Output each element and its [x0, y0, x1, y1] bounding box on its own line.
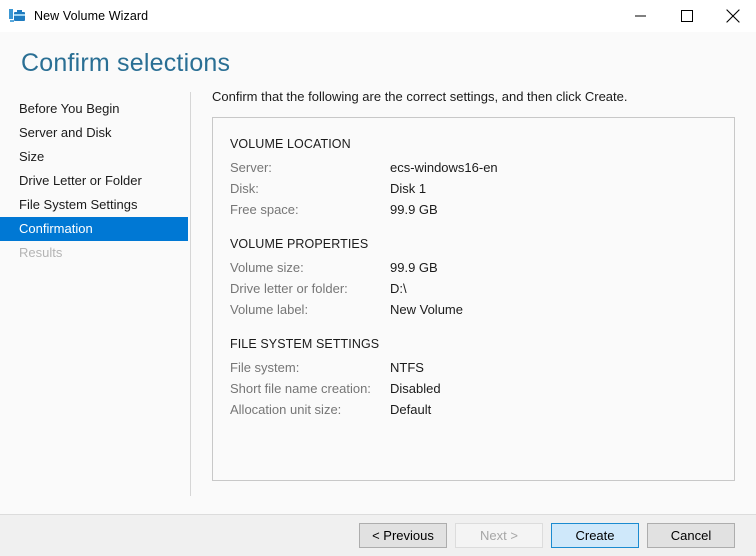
sidebar-item-results: Results: [19, 245, 63, 260]
page-header: Confirm selections: [0, 32, 756, 78]
title-bar: New Volume Wizard: [0, 0, 756, 32]
detail-value-volume-label: New Volume: [390, 302, 463, 317]
minimize-icon: [635, 10, 647, 22]
detail-row: Disk: Disk 1: [230, 178, 717, 199]
confirmation-details-panel: VOLUME LOCATION Server: ecs-windows16-en…: [212, 117, 735, 481]
detail-row: Volume label: New Volume: [230, 299, 717, 320]
detail-value-server: ecs-windows16-en: [390, 160, 498, 175]
detail-value-file-system: NTFS: [390, 360, 424, 375]
create-button[interactable]: Create: [551, 523, 639, 548]
detail-row: Allocation unit size: Default: [230, 399, 717, 420]
detail-label-short-file-name-creation: Short file name creation:: [230, 381, 371, 396]
detail-value-disk: Disk 1: [390, 181, 427, 196]
detail-value-free-space: 99.9 GB: [390, 202, 438, 217]
maximize-button[interactable]: [664, 0, 710, 32]
next-button: Next >: [455, 523, 543, 548]
detail-row: File system: NTFS: [230, 357, 717, 378]
detail-row: Short file name creation: Disabled: [230, 378, 717, 399]
sidebar-item-file-system-settings[interactable]: File System Settings: [0, 193, 188, 217]
footer-button-bar: < Previous Next > Create Cancel: [0, 514, 756, 556]
section-title: FILE SYSTEM SETTINGS: [230, 337, 380, 351]
detail-label-disk: Disk:: [230, 181, 259, 196]
detail-row: Server: ecs-windows16-en: [230, 157, 717, 178]
detail-label-allocation-unit-size: Allocation unit size:: [230, 402, 342, 417]
detail-label-volume-label: Volume label:: [230, 302, 309, 317]
page-title: Confirm selections: [21, 49, 231, 77]
sidebar-item-server-and-disk[interactable]: Server and Disk: [0, 121, 188, 145]
body-area: Before You Begin Server and Disk Size Dr…: [0, 78, 756, 514]
detail-label-volume-size: Volume size:: [230, 260, 304, 275]
detail-value-drive-letter-or-folder: D:\: [390, 281, 407, 296]
detail-row: Drive letter or folder: D:\: [230, 278, 717, 299]
section-volume-location: VOLUME LOCATION Server: ecs-windows16-en…: [230, 134, 717, 220]
section-file-system-settings: FILE SYSTEM SETTINGS File system: NTFS S…: [230, 334, 717, 420]
sidebar-item-size[interactable]: Size: [0, 145, 188, 169]
detail-value-short-file-name-creation: Disabled: [390, 381, 441, 396]
cancel-button[interactable]: Cancel: [647, 523, 735, 548]
minimize-button[interactable]: [618, 0, 664, 32]
close-button[interactable]: [710, 0, 756, 32]
main-content: Confirm that the following are the corre…: [191, 89, 756, 514]
server-manager-toolbox-icon: [8, 7, 26, 25]
detail-label-free-space: Free space:: [230, 202, 299, 217]
previous-button[interactable]: < Previous: [359, 523, 447, 548]
detail-row: Free space: 99.9 GB: [230, 199, 717, 220]
window-title: New Volume Wizard: [34, 9, 149, 23]
wizard-step-nav: Before You Begin Server and Disk Size Dr…: [0, 92, 191, 514]
detail-label-file-system: File system:: [230, 360, 300, 375]
instruction-text: Confirm that the following are the corre…: [212, 89, 628, 104]
sidebar-item-drive-letter-or-folder[interactable]: Drive Letter or Folder: [0, 169, 188, 193]
window-controls: [618, 0, 756, 32]
section-title: VOLUME LOCATION: [230, 137, 351, 151]
detail-value-volume-size: 99.9 GB: [390, 260, 438, 275]
detail-value-allocation-unit-size: Default: [390, 402, 432, 417]
close-icon: [726, 9, 740, 23]
detail-label-server: Server:: [230, 160, 272, 175]
sidebar-item-confirmation[interactable]: Confirmation: [0, 217, 188, 241]
sidebar-item-before-you-begin[interactable]: Before You Begin: [0, 97, 188, 121]
detail-row: Volume size: 99.9 GB: [230, 257, 717, 278]
section-title: VOLUME PROPERTIES: [230, 237, 369, 251]
detail-label-drive-letter-or-folder: Drive letter or folder:: [230, 281, 348, 296]
maximize-icon: [681, 10, 693, 22]
section-volume-properties: VOLUME PROPERTIES Volume size: 99.9 GB D…: [230, 234, 717, 320]
new-volume-wizard-window: New Volume Wizard Confirm selections Bef…: [0, 0, 756, 556]
